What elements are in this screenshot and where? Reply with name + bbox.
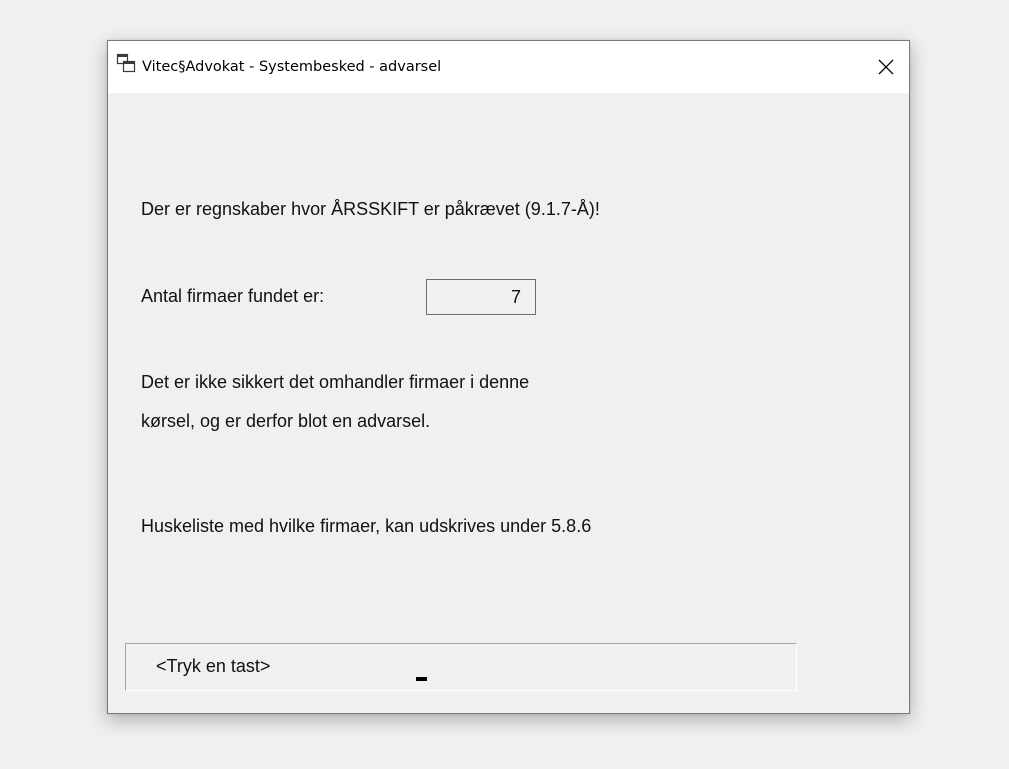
message-line-uncertain: Det er ikke sikkert det omhandler firmae… [141,372,530,392]
count-label: Antal firmaer fundet er: [141,286,325,306]
press-key-prompt: <Tryk en tast> [156,656,271,676]
text-cursor [416,677,427,681]
message-line-warning: kørsel, og er derfor blot en advarsel. [141,411,431,431]
count-field: 7 [426,279,536,315]
close-icon [878,59,894,75]
message-line-arsskift: Der er regnskaber hvor ÅRSSKIFT er påkræ… [141,199,600,219]
desktop-background: Vitec§Advokat - Systembesked - advarsel … [0,0,1009,769]
key-prompt-bar[interactable]: <Tryk en tast> [125,643,797,691]
close-button[interactable] [863,41,909,93]
app-window-icon [116,53,136,73]
title-bar[interactable]: Vitec§Advokat - Systembesked - advarsel [108,41,909,93]
message-line-checklist: Huskeliste med hvilke firmaer, kan udskr… [141,516,592,536]
warning-dialog: Vitec§Advokat - Systembesked - advarsel … [107,40,910,714]
window-title: Vitec§Advokat - Systembesked - advarsel [142,59,442,75]
